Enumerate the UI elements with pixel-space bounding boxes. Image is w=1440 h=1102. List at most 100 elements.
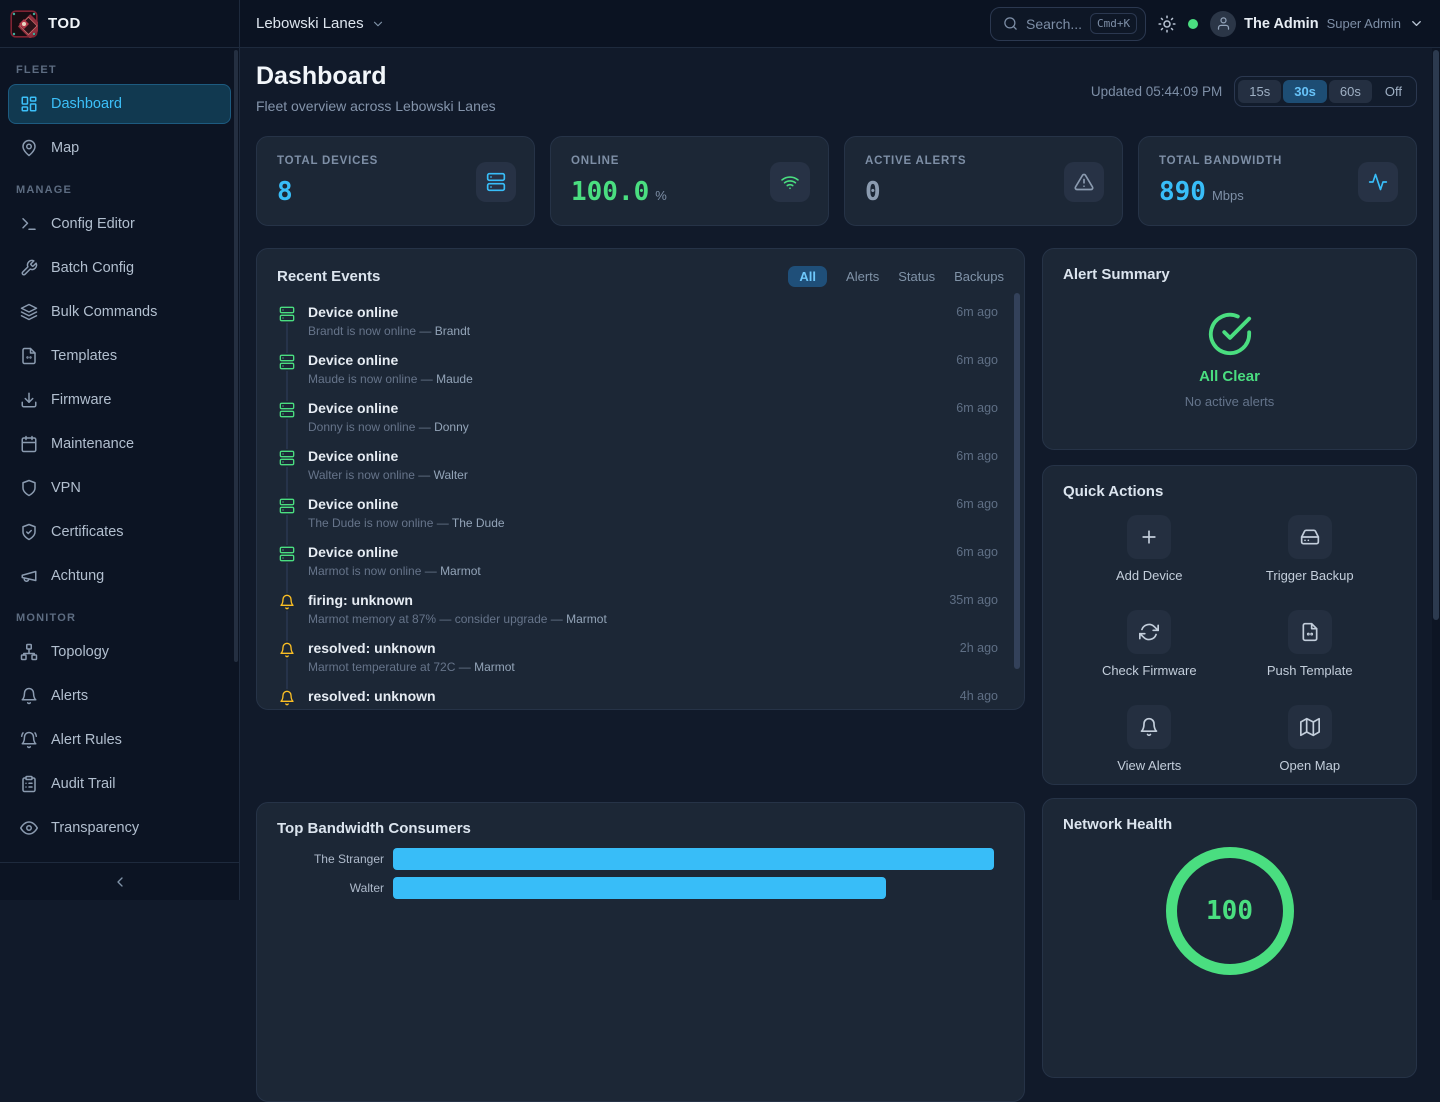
bar-row: Walter (277, 877, 994, 899)
event-row[interactable]: firing: unknown Marmot memory at 87% — c… (279, 591, 1004, 639)
refresh-option-60s[interactable]: 60s (1329, 80, 1372, 103)
search-input[interactable]: Search... Cmd+K (990, 7, 1146, 41)
event-title: Device online (308, 303, 1004, 320)
server-icon (476, 162, 516, 202)
sidebar-scrollbar[interactable] (234, 50, 238, 662)
sidebar-item-transparency[interactable]: Transparency (8, 808, 231, 848)
sidebar-item-certificates[interactable]: Certificates (8, 512, 231, 552)
quick-action-label: Add Device (1116, 568, 1182, 583)
clipboard-list-icon (20, 775, 38, 793)
tab-all[interactable]: All (788, 266, 827, 287)
refresh-option-15s[interactable]: 15s (1238, 80, 1281, 103)
event-title: resolved: unknown (308, 639, 1004, 656)
sidebar-section-monitor: MONITOR (16, 612, 223, 624)
sidebar-item-achtung[interactable]: Achtung (8, 556, 231, 596)
event-text: Marmot memory at 87% — consider upgrade … (308, 612, 563, 626)
sidebar-item-topology[interactable]: Topology (8, 632, 231, 672)
events-filter-tabs: All Alerts Status Backups (788, 266, 1004, 287)
bell-icon (279, 641, 295, 659)
event-row[interactable]: Device online Maude is now online — Maud… (279, 351, 1004, 399)
tab-status[interactable]: Status (898, 269, 935, 284)
health-gauge-ring: 100 (1166, 847, 1294, 975)
event-row[interactable]: Device online Donny is now online — Donn… (279, 399, 1004, 447)
sidebar-item-label: Audit Trail (51, 776, 115, 792)
sidebar-item-map[interactable]: Map (8, 128, 231, 168)
sidebar-item-dashboard[interactable]: Dashboard (8, 84, 231, 124)
sidebar-item-alert-rules[interactable]: Alert Rules (8, 720, 231, 760)
sidebar-item-label: Transparency (51, 820, 139, 836)
tab-alerts[interactable]: Alerts (846, 269, 879, 284)
page-scrollbar[interactable] (1432, 48, 1440, 900)
refresh-option-off[interactable]: Off (1374, 80, 1413, 103)
sidebar-item-label: Alert Rules (51, 732, 122, 748)
event-device: Donny (434, 420, 469, 434)
events-list: Device online Brandt is now online — Bra… (279, 303, 1004, 710)
stat-label: ACTIVE ALERTS (865, 155, 966, 167)
activity-icon (1358, 162, 1398, 202)
check-firmware-button[interactable]: Check Firmware (1069, 610, 1230, 678)
sidebar-item-firmware[interactable]: Firmware (8, 380, 231, 420)
event-time: 6m ago (956, 305, 998, 319)
recent-events-title: Recent Events (277, 268, 380, 285)
sidebar-item-bulk-commands[interactable]: Bulk Commands (8, 292, 231, 332)
trigger-backup-button[interactable]: Trigger Backup (1230, 515, 1391, 583)
event-row[interactable]: Device online The Dude is now online — T… (279, 495, 1004, 543)
event-device: Walter (434, 468, 468, 482)
event-row[interactable]: Device online Marmot is now online — Mar… (279, 543, 1004, 591)
sidebar-item-vpn[interactable]: VPN (8, 468, 231, 508)
quick-action-label: View Alerts (1117, 758, 1181, 773)
wifi-icon (770, 162, 810, 202)
bar-label: The Stranger (277, 852, 393, 866)
search-placeholder: Search... (1026, 16, 1082, 32)
alert-summary-panel: Alert Summary All Clear No active alerts (1042, 248, 1417, 450)
alert-summary-status: All Clear (1199, 368, 1260, 385)
sidebar-item-label: Templates (51, 348, 117, 364)
sidebar-item-config-editor[interactable]: Config Editor (8, 204, 231, 244)
event-time: 6m ago (956, 497, 998, 511)
stat-label: TOTAL DEVICES (277, 155, 378, 167)
event-row[interactable]: Device online Brandt is now online — Bra… (279, 303, 1004, 351)
terminal-icon (20, 215, 38, 233)
refresh-icon (1127, 610, 1171, 654)
search-shortcut-badge: Cmd+K (1090, 13, 1137, 34)
sidebar-item-templates[interactable]: Templates (8, 336, 231, 376)
sidebar-item-alerts[interactable]: Alerts (8, 676, 231, 716)
sidebar-item-audit-trail[interactable]: Audit Trail (8, 764, 231, 804)
org-switcher[interactable]: Lebowski Lanes (256, 15, 385, 32)
open-map-button[interactable]: Open Map (1230, 705, 1391, 773)
server-icon (279, 401, 295, 419)
event-row[interactable]: Device online Walter is now online — Wal… (279, 447, 1004, 495)
search-icon (1003, 16, 1018, 31)
page-scrollbar-thumb[interactable] (1433, 50, 1439, 620)
stat-cards-row: TOTAL DEVICES 8 ONLINE 100.0 % ACTIVE AL… (256, 136, 1417, 226)
page-header: Dashboard Fleet overview across Lebowski… (256, 62, 496, 114)
tab-backups[interactable]: Backups (954, 269, 1004, 284)
top-bar: TOD Lebowski Lanes Search... Cmd+K (0, 0, 1440, 48)
events-scrollbar[interactable] (1014, 293, 1020, 669)
theme-toggle-button[interactable] (1158, 15, 1176, 33)
bell-ring-icon (20, 731, 38, 749)
brand-name: TOD (48, 15, 81, 32)
recent-events-panel: Recent Events All Alerts Status Backups … (256, 248, 1025, 710)
server-icon (279, 449, 295, 467)
org-name: Lebowski Lanes (256, 15, 364, 32)
brand: TOD (0, 0, 240, 48)
add-device-button[interactable]: Add Device (1069, 515, 1230, 583)
shield-check-icon (20, 523, 38, 541)
sidebar-item-label: Batch Config (51, 260, 134, 276)
sidebar-item-batch-config[interactable]: Batch Config (8, 248, 231, 288)
server-icon (279, 353, 295, 371)
quick-action-label: Push Template (1267, 663, 1353, 678)
megaphone-icon (20, 567, 38, 585)
collapse-sidebar-button[interactable] (0, 862, 239, 900)
push-template-button[interactable]: Push Template (1230, 610, 1391, 678)
layout-dashboard-icon (20, 95, 38, 113)
event-row[interactable]: resolved: unknown Marmot temperature at … (279, 639, 1004, 687)
event-row[interactable]: resolved: unknown 4h ago (279, 687, 1004, 710)
sidebar-item-maintenance[interactable]: Maintenance (8, 424, 231, 464)
view-alerts-button[interactable]: View Alerts (1069, 705, 1230, 773)
user-menu[interactable]: The Admin Super Admin (1210, 11, 1424, 37)
top-bandwidth-panel: Top Bandwidth Consumers The Stranger Wal… (256, 802, 1025, 1102)
sidebar-item-label: VPN (51, 480, 81, 496)
refresh-option-30s[interactable]: 30s (1283, 80, 1327, 103)
